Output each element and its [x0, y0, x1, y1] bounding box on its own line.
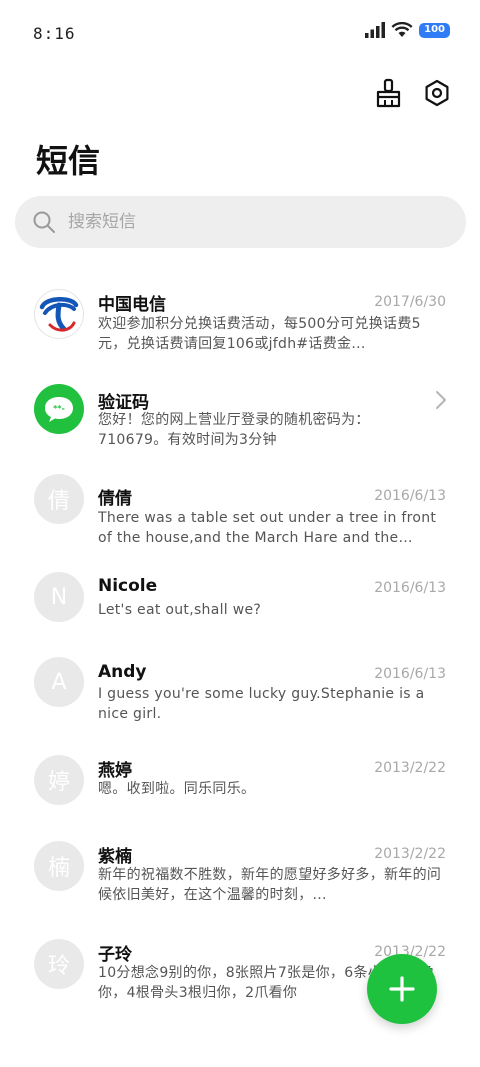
broom-icon [376, 78, 401, 108]
avatar: **- [34, 384, 84, 434]
thread-item[interactable]: 中国电信 2017/6/30 欢迎参加积分兑换话费活动，每500分可兑换话费5元… [0, 274, 480, 364]
thread-name: 子玲 [98, 945, 132, 965]
status-icons: 100 [365, 22, 450, 38]
thread-name: Andy [98, 662, 147, 682]
thread-date: 2016/6/13 [374, 488, 446, 504]
thread-name: 中国电信 [98, 295, 166, 315]
search-input[interactable] [68, 212, 428, 232]
avatar: 婷 [34, 755, 84, 805]
thread-date: 2017/6/30 [374, 294, 446, 310]
clean-button[interactable] [374, 78, 404, 108]
thread-item[interactable]: A Andy 2016/6/13 I guess you're some luc… [0, 652, 480, 742]
svg-text:**-: **- [53, 404, 65, 413]
page-title: 短信 [36, 142, 101, 180]
thread-preview: 新年的祝福数不胜数，新年的愿望好多好多，新年的问候依旧美好，在这个温馨的时刻，.… [98, 867, 442, 903]
new-message-button[interactable] [367, 954, 437, 1024]
thread-name: 紫楠 [98, 847, 132, 867]
thread-preview: 嗯。收到啦。同乐同乐。 [98, 781, 256, 797]
plus-icon [389, 976, 415, 1002]
header-actions [374, 78, 452, 108]
search-bar[interactable] [15, 196, 466, 248]
thread-preview: I guess you're some lucky guy.Stephanie … [98, 686, 425, 722]
thread-item[interactable]: N Nicole 2016/6/13 Let's eat out,shall w… [0, 566, 480, 646]
thread-date: 2013/2/22 [374, 846, 446, 862]
thread-item[interactable]: **- 验证码 您好！您的网上营业厅登录的随机密码为：710679。有效时间为3… [0, 372, 480, 462]
avatar: A [34, 657, 84, 707]
avatar: N [34, 572, 84, 622]
thread-preview: Let's eat out,shall we? [98, 602, 262, 618]
thread-item[interactable]: 倩 倩倩 2016/6/13 There was a table set out… [0, 470, 480, 560]
telecom-logo-icon [39, 297, 79, 332]
search-icon [33, 211, 55, 233]
gear-icon [425, 79, 449, 107]
message-bubble-icon: **- [45, 397, 73, 422]
settings-button[interactable] [422, 78, 452, 108]
thread-date: 2016/6/13 [374, 580, 446, 596]
thread-name: Nicole [98, 576, 158, 596]
thread-date: 2016/6/13 [374, 666, 446, 682]
thread-preview: 欢迎参加积分兑换话费活动，每500分可兑换话费5元，兑换话费请回复106或jfd… [98, 316, 421, 352]
thread-preview: There was a table set out under a tree i… [98, 510, 437, 546]
avatar: 玲 [34, 939, 84, 989]
thread-item[interactable]: 楠 紫楠 2013/2/22 新年的祝福数不胜数，新年的愿望好多好多，新年的问候… [0, 836, 480, 926]
avatar: 倩 [34, 474, 84, 524]
thread-date: 2013/2/22 [374, 760, 446, 776]
thread-preview: 您好！您的网上营业厅登录的随机密码为：710679。有效时间为3分钟 [98, 412, 370, 448]
chevron-right-icon [436, 391, 446, 409]
thread-name: 倩倩 [98, 489, 132, 509]
status-time: 8:16 [33, 24, 76, 43]
signal-icon [365, 22, 386, 38]
avatar [34, 289, 84, 339]
battery-indicator: 100 [419, 22, 450, 38]
avatar: 楠 [34, 841, 84, 891]
status-bar: 8:16 100 [0, 0, 480, 66]
thread-name: 燕婷 [98, 761, 132, 781]
thread-item[interactable]: 婷 燕婷 2013/2/22 嗯。收到啦。同乐同乐。 [0, 750, 480, 830]
wifi-icon [391, 22, 413, 37]
